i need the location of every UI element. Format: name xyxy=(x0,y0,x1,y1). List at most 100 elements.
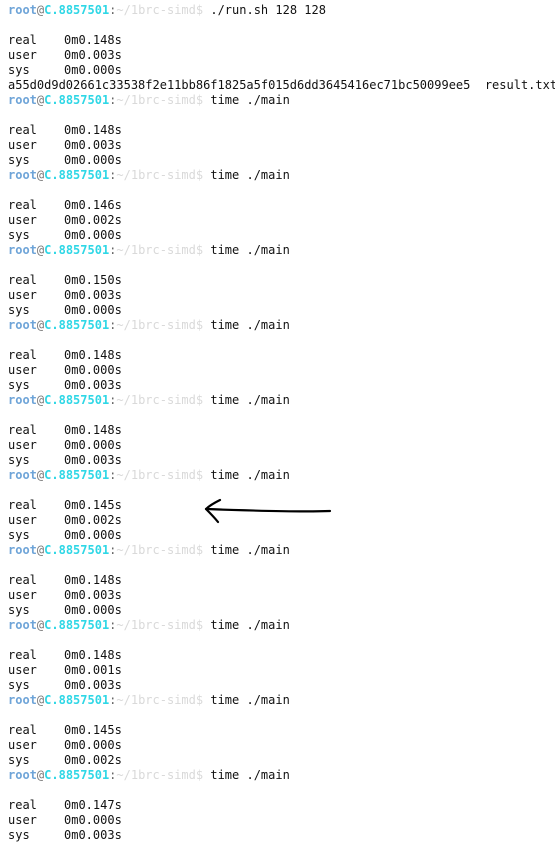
prompt-line: root@C.8857501:~/1brc-simd$ time ./main xyxy=(8,618,555,633)
output-line: a55d0d9d02661c33538f2e11bb86f1825a5f015d… xyxy=(8,78,555,93)
time-result-line: sys 0m0.003s xyxy=(8,378,555,393)
time-value: 0m0.148s xyxy=(64,123,122,137)
command-text: time ./main xyxy=(203,93,290,107)
time-label: sys xyxy=(8,753,30,767)
prompt-path: ~/1brc-simd xyxy=(116,468,196,482)
time-value: 0m0.145s xyxy=(64,723,122,737)
prompt-host: C.8857501 xyxy=(44,468,110,482)
time-label: sys xyxy=(8,303,30,317)
time-result-line: sys 0m0.000s xyxy=(8,603,555,618)
time-label: user xyxy=(8,663,37,677)
time-value: 0m0.148s xyxy=(64,648,122,662)
time-label: sys xyxy=(8,153,30,167)
time-label: user xyxy=(8,588,37,602)
time-value: 0m0.003s xyxy=(64,288,122,302)
time-result-line: user 0m0.003s xyxy=(8,288,555,303)
time-label: sys xyxy=(8,228,30,242)
time-result-line: user 0m0.003s xyxy=(8,588,555,603)
prompt-host: C.8857501 xyxy=(44,3,110,17)
terminal-output[interactable]: root@C.8857501:~/1brc-simd$ ./run.sh 128… xyxy=(0,0,555,850)
time-result-line: real 0m0.148s xyxy=(8,123,555,138)
time-label: user xyxy=(8,213,37,227)
time-label: user xyxy=(8,288,37,302)
time-label: real xyxy=(8,348,37,362)
prompt-host: C.8857501 xyxy=(44,318,110,332)
time-label: real xyxy=(8,798,37,812)
prompt-path: ~/1brc-simd xyxy=(116,768,196,782)
prompt-path: ~/1brc-simd xyxy=(116,168,196,182)
prompt-line: root@C.8857501:~/1brc-simd$ time ./main xyxy=(8,393,555,408)
time-value: 0m0.000s xyxy=(64,63,122,77)
time-result-line: user 0m0.000s xyxy=(8,813,555,828)
time-label: user xyxy=(8,138,37,152)
time-label: real xyxy=(8,33,37,47)
time-result-line: real 0m0.146s xyxy=(8,198,555,213)
time-label: sys xyxy=(8,828,30,842)
time-label: real xyxy=(8,423,37,437)
time-result-line: sys 0m0.002s xyxy=(8,753,555,768)
time-label: real xyxy=(8,498,37,512)
prompt-path: ~/1brc-simd xyxy=(116,543,196,557)
time-result-line: sys 0m0.000s xyxy=(8,63,555,78)
time-result-line: real 0m0.145s xyxy=(8,723,555,738)
time-label: sys xyxy=(8,378,30,392)
time-value: 0m0.145s xyxy=(64,498,122,512)
time-result-line: sys 0m0.003s xyxy=(8,828,555,843)
prompt-user: root xyxy=(8,543,37,557)
time-value: 0m0.150s xyxy=(64,273,122,287)
time-label: user xyxy=(8,513,37,527)
command-text: time ./main xyxy=(203,318,290,332)
time-result-line: sys 0m0.000s xyxy=(8,528,555,543)
time-result-line: real 0m0.148s xyxy=(8,33,555,48)
prompt-user: root xyxy=(8,693,37,707)
time-value: 0m0.000s xyxy=(64,603,122,617)
time-value: 0m0.147s xyxy=(64,798,122,812)
prompt-host: C.8857501 xyxy=(44,243,110,257)
time-value: 0m0.001s xyxy=(64,663,122,677)
time-label: user xyxy=(8,438,37,452)
time-label: real xyxy=(8,723,37,737)
time-result-line: user 0m0.000s xyxy=(8,363,555,378)
time-value: 0m0.000s xyxy=(64,153,122,167)
prompt-line: root@C.8857501:~/1brc-simd$ time ./main xyxy=(8,318,555,333)
time-value: 0m0.002s xyxy=(64,513,122,527)
prompt-line: root@C.8857501:~/1brc-simd$ time ./main xyxy=(8,768,555,783)
time-label: sys xyxy=(8,678,30,692)
time-result-line: sys 0m0.003s xyxy=(8,453,555,468)
command-text: time ./main xyxy=(203,243,290,257)
prompt-line: root@C.8857501:~/1brc-simd$ time ./main xyxy=(8,168,555,183)
time-value: 0m0.003s xyxy=(64,828,122,842)
command-text: time ./main xyxy=(203,168,290,182)
command-text: time ./main xyxy=(203,543,290,557)
prompt-user: root xyxy=(8,393,37,407)
prompt-host: C.8857501 xyxy=(44,618,110,632)
time-label: sys xyxy=(8,603,30,617)
prompt-user: root xyxy=(8,3,37,17)
prompt-line: root@C.8857501:~/1brc-simd$ time ./main xyxy=(8,543,555,558)
command-text: time ./main xyxy=(203,393,290,407)
time-value: 0m0.000s xyxy=(64,363,122,377)
time-label: sys xyxy=(8,528,30,542)
time-label: user xyxy=(8,363,37,377)
time-result-line: real 0m0.147s xyxy=(8,798,555,813)
command-text: time ./main xyxy=(203,618,290,632)
prompt-user: root xyxy=(8,768,37,782)
prompt-user: root xyxy=(8,93,37,107)
prompt-host: C.8857501 xyxy=(44,168,110,182)
prompt-path: ~/1brc-simd xyxy=(116,393,196,407)
time-result-line: real 0m0.150s xyxy=(8,273,555,288)
time-value: 0m0.148s xyxy=(64,423,122,437)
time-result-line: user 0m0.000s xyxy=(8,438,555,453)
time-value: 0m0.003s xyxy=(64,378,122,392)
time-label: real xyxy=(8,123,37,137)
time-value: 0m0.148s xyxy=(64,348,122,362)
time-label: sys xyxy=(8,453,30,467)
time-value: 0m0.003s xyxy=(64,678,122,692)
